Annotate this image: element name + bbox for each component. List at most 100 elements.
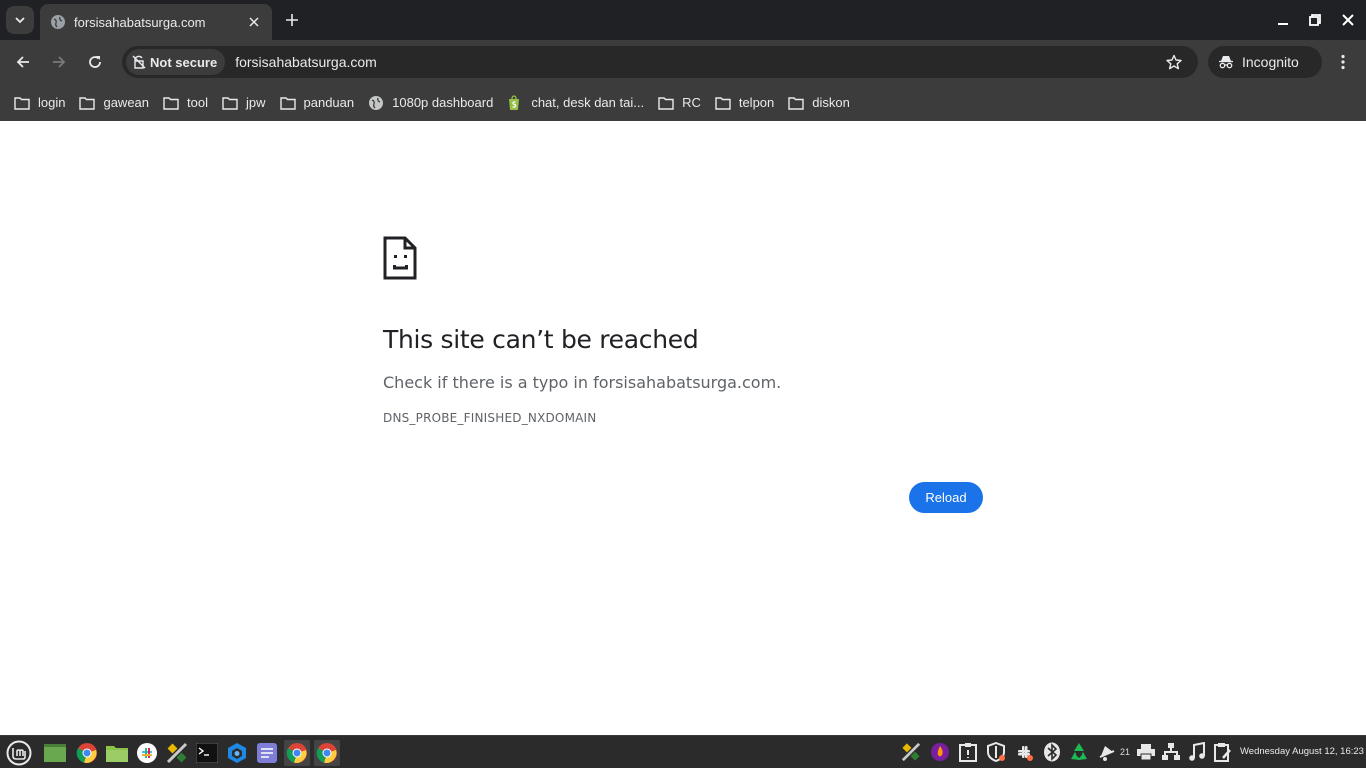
arrow-right-icon	[53, 56, 66, 68]
bell-icon	[1099, 746, 1115, 761]
security-chip[interactable]: Not secure	[126, 49, 226, 75]
folder-icon	[79, 95, 96, 111]
chrome-icon	[286, 743, 307, 763]
slack-icon	[137, 743, 157, 763]
tray-flame-app[interactable]	[929, 741, 951, 763]
bookmark-folder-panduan[interactable]: panduan	[278, 89, 361, 117]
taskbar-terminal[interactable]	[194, 740, 220, 766]
bookmark-folder-login[interactable]: login	[12, 89, 71, 117]
browser-menu-button[interactable]	[1330, 48, 1356, 76]
tray-clipboard[interactable]	[957, 741, 979, 763]
bookmark-label: diskon	[812, 95, 850, 110]
error-title: This site can’t be reached	[383, 325, 699, 354]
taskbar-chrome-window-1[interactable]	[284, 740, 310, 766]
recycle-icon	[1071, 743, 1087, 760]
bookmarks-bar: login gawean tool jpw panduan 1080p dash…	[0, 84, 1366, 121]
reload-button[interactable]: Reload	[909, 482, 983, 513]
taskbar-app-blue[interactable]	[224, 740, 250, 766]
folder-icon	[163, 95, 179, 111]
taskbar-network-tool[interactable]	[164, 740, 190, 766]
taskbar-show-desktop[interactable]	[42, 740, 68, 766]
new-tab-button[interactable]	[282, 10, 302, 30]
bookmark-folder-diskon[interactable]: diskon	[786, 89, 856, 117]
url-text[interactable]: forsisahabatsurga.com	[235, 54, 1160, 70]
satellite-icon	[166, 742, 188, 764]
tray-printer[interactable]	[1135, 741, 1157, 763]
toolbar: Not secure forsisahabatsurga.com Incogni…	[0, 40, 1366, 84]
more-vert-icon	[1341, 54, 1345, 70]
tray-slack[interactable]	[1013, 741, 1035, 763]
tab-close-button[interactable]	[246, 14, 262, 30]
folder-icon	[222, 95, 238, 111]
tray-sound[interactable]	[1186, 741, 1208, 763]
printer-icon	[1137, 744, 1155, 761]
page-content: This site can’t be reached Check if ther…	[0, 121, 1366, 735]
folder-icon	[14, 95, 30, 111]
close-icon	[249, 17, 259, 27]
error-code: DNS_PROBE_FINISHED_NXDOMAIN	[383, 411, 597, 425]
security-chip-label: Not secure	[150, 54, 218, 70]
close-icon	[1342, 14, 1354, 26]
tray-clipboard-manager[interactable]	[1212, 741, 1234, 763]
tab-active[interactable]: forsisahabatsurga.com	[40, 4, 272, 40]
close-window-button[interactable]	[1338, 10, 1358, 30]
chrome-icon	[76, 743, 97, 763]
bookmark-label: telpon	[738, 95, 775, 110]
desktop-icon	[44, 744, 66, 762]
bookmark-label: gawean	[103, 95, 150, 110]
forward-button[interactable]	[45, 48, 73, 76]
folder-icon	[106, 746, 128, 762]
tray-notifications[interactable]	[1096, 741, 1118, 763]
incognito-icon	[1219, 56, 1233, 69]
bookmark-folder-jpw[interactable]: jpw	[220, 89, 272, 117]
shield-icon	[987, 742, 1005, 762]
bookmark-folder-rc[interactable]: RC	[656, 89, 707, 117]
folder-icon	[715, 95, 731, 111]
back-button[interactable]	[9, 48, 37, 76]
omnibox[interactable]: Not secure forsisahabatsurga.com	[122, 46, 1198, 78]
taskbar: 21 Wednesday August 12, 16:23	[0, 735, 1366, 768]
bookmark-chat-desk[interactable]: chat, desk dan tai...	[505, 89, 650, 117]
bookmark-star-button[interactable]	[1160, 48, 1188, 76]
mint-menu-button[interactable]	[4, 739, 34, 767]
minimize-icon	[1278, 23, 1288, 25]
restore-icon	[1309, 14, 1321, 26]
tray-shield[interactable]	[985, 741, 1007, 763]
taskbar-slack[interactable]	[134, 740, 160, 766]
text-editor-icon	[257, 743, 277, 763]
tray-network-tool[interactable]	[900, 741, 922, 763]
tray-bluetooth[interactable]	[1041, 741, 1063, 763]
folder-icon	[658, 95, 674, 111]
incognito-label: Incognito	[1242, 54, 1299, 70]
terminal-icon	[196, 743, 218, 763]
clipboard-icon	[959, 743, 977, 762]
bookmark-label: tool	[187, 95, 208, 110]
bluetooth-icon	[1044, 742, 1060, 762]
shopify-icon	[507, 94, 523, 111]
star-icon	[1166, 54, 1182, 70]
tab-title: forsisahabatsurga.com	[74, 14, 206, 30]
bookmark-1080p-dashboard[interactable]: 1080p dashboard	[366, 89, 499, 117]
tab-search-button[interactable]	[6, 6, 34, 34]
taskbar-files[interactable]	[104, 740, 130, 766]
minimize-button[interactable]	[1273, 10, 1293, 30]
taskbar-chrome-window-2[interactable]	[314, 740, 340, 766]
bookmark-label: panduan	[303, 95, 355, 110]
tray-sync-app[interactable]	[1068, 741, 1090, 763]
incognito-button[interactable]: Incognito	[1208, 46, 1322, 78]
slack-icon	[1018, 746, 1033, 761]
clipboard-edit-icon	[1214, 743, 1231, 762]
folder-icon	[279, 95, 296, 111]
bookmark-folder-gawean[interactable]: gawean	[77, 89, 155, 117]
reload-toolbar-button[interactable]	[81, 48, 109, 76]
network-icon	[1162, 743, 1180, 760]
restore-button[interactable]	[1305, 10, 1325, 30]
bookmark-folder-tool[interactable]: tool	[161, 89, 214, 117]
taskbar-text-editor[interactable]	[254, 740, 280, 766]
folder-icon	[788, 95, 804, 111]
bookmark-folder-telpon[interactable]: telpon	[713, 89, 780, 117]
bookmark-label: jpw	[245, 95, 266, 110]
tray-network[interactable]	[1160, 741, 1182, 763]
clock[interactable]: Wednesday August 12, 16:23	[1240, 746, 1364, 757]
taskbar-chrome-launcher[interactable]	[74, 740, 100, 766]
